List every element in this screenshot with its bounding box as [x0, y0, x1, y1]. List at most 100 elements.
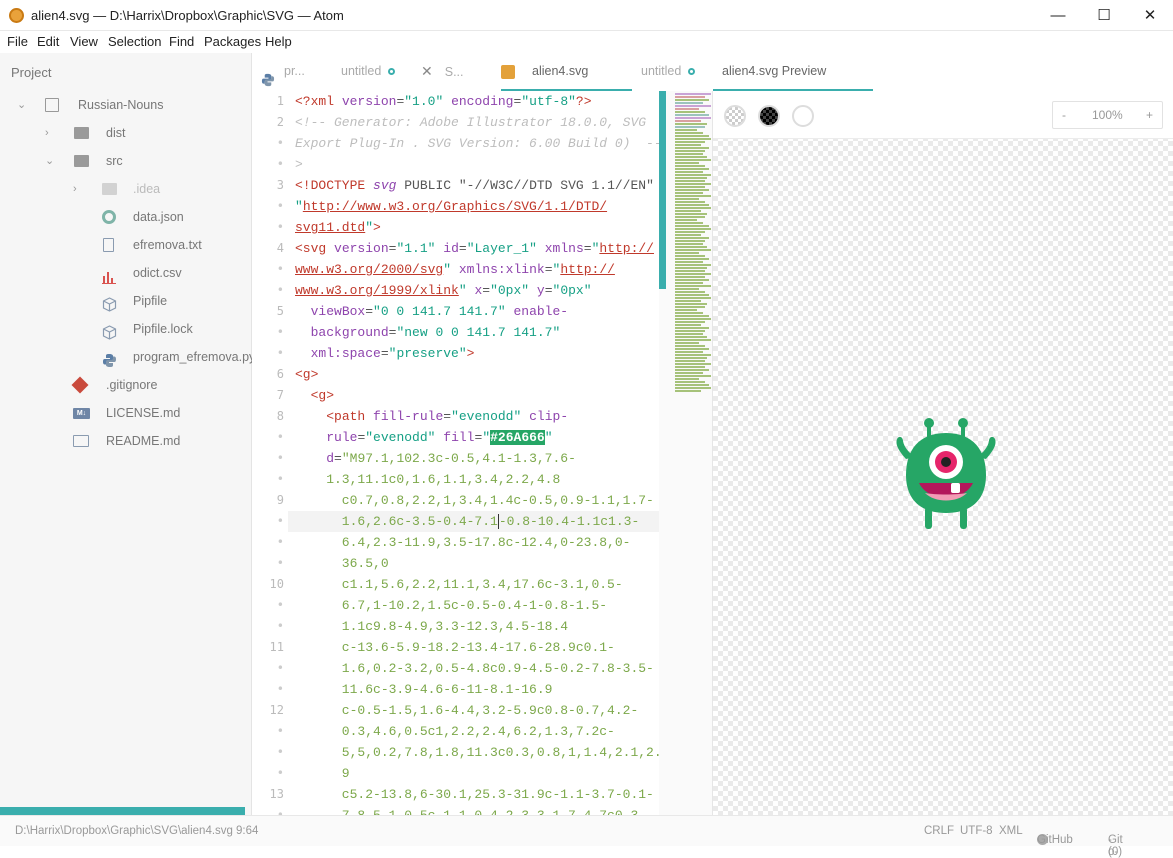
grammar-selector[interactable]: XML: [999, 825, 1023, 837]
line-number: •: [276, 199, 284, 213]
minimap-line: [675, 237, 709, 239]
line-number: •: [276, 451, 284, 465]
maximize-button[interactable]: ☐: [1081, 0, 1127, 31]
tree-root[interactable]: ⌄ Russian-Nouns: [0, 91, 252, 119]
minimap-line: [675, 354, 711, 356]
repo-icon: [45, 98, 59, 112]
folder-icon: [102, 183, 117, 195]
minimap-line: [675, 342, 699, 344]
line-number: 10: [269, 577, 284, 591]
json-file-icon: [102, 210, 116, 224]
tab-label: S...: [444, 65, 464, 79]
line-ending-selector[interactable]: CRLF: [924, 825, 954, 837]
minimap-line: [675, 348, 709, 350]
python-icon: [102, 350, 116, 367]
code-line: xml:space="preserve">: [310, 346, 475, 361]
file-path[interactable]: D:\Harrix\Dropbox\Graphic\SVG\alien4.svg: [15, 825, 233, 837]
line-number: 2: [276, 115, 284, 129]
tab-settings[interactable]: ✕ S...: [421, 53, 491, 91]
tab-alien4-svg[interactable]: alien4.svg: [501, 53, 632, 91]
code-line: 0.3,4.6,0.5c1,2.2,2.4,6.2,1.3,7.2c-: [295, 724, 615, 739]
minimap-line: [675, 159, 711, 161]
minimap-line: [675, 324, 701, 326]
minimap-line: [675, 351, 703, 353]
tab-untitled-1[interactable]: untitled: [341, 53, 411, 91]
project-tree-panel: Project ⌄ Russian-Nouns › dist ⌄ src › .…: [0, 53, 255, 815]
line-number-gutter: 1 2 • • 3 • • 4 • • 5 • • 6 7 8 • • • 9 • • • 10 • • 11 • • 12 • • • 13 •: [252, 91, 288, 815]
minimap-line: [675, 117, 711, 119]
tools-icon: ✕: [421, 63, 433, 79]
status-bar: D:\Harrix\Dropbox\Graphic\SVG\alien4.svg…: [0, 815, 1173, 858]
tab-svg-preview[interactable]: alien4.svg Preview: [713, 53, 873, 91]
close-button[interactable]: ✕: [1127, 0, 1173, 31]
menu-selection[interactable]: Selection: [108, 34, 161, 49]
menu-edit[interactable]: Edit: [37, 34, 59, 49]
zoom-out-button[interactable]: -: [1062, 108, 1066, 122]
menu-file[interactable]: File: [7, 34, 28, 49]
line-number: 11: [269, 640, 284, 654]
zoom-level[interactable]: 100%: [1092, 108, 1123, 122]
minimap-line: [675, 282, 703, 284]
minimap-line: [675, 201, 705, 203]
minimap-scroll-indicator[interactable]: [659, 91, 666, 289]
chevron-down-icon[interactable]: ⌄: [17, 91, 27, 119]
menu-help[interactable]: Help: [265, 34, 292, 49]
minimap-line: [675, 300, 701, 302]
minimap-line: [675, 165, 705, 167]
tree-item-pipfile[interactable]: Pipfile: [0, 287, 252, 315]
dark-bg-button[interactable]: [758, 105, 780, 127]
zoom-in-button[interactable]: +: [1146, 108, 1153, 122]
menu-view[interactable]: View: [70, 34, 98, 49]
minimap-line: [675, 369, 709, 371]
tree-item-program-efremova-py[interactable]: program_efremova.py: [0, 343, 255, 371]
menu-packages[interactable]: Packages: [204, 34, 261, 49]
tree-item-label: dist: [106, 126, 126, 140]
minimap-line: [675, 105, 711, 107]
cursor-position[interactable]: 9:64: [236, 825, 258, 837]
line-number: 7: [276, 388, 284, 402]
minimap-line: [675, 303, 707, 305]
tree-item-idea[interactable]: › .idea: [0, 175, 252, 203]
minimap-line: [675, 252, 699, 254]
svg-preview-pane: - 100% +: [713, 91, 1173, 815]
minimap-line: [675, 174, 711, 176]
minimap[interactable]: [659, 91, 713, 815]
minimize-button[interactable]: —: [1035, 0, 1081, 31]
code-line: 11.6c-3.9-4.6-6-11-8.1-16.9: [295, 682, 553, 697]
encoding-selector[interactable]: UTF-8: [960, 825, 993, 837]
chevron-right-icon[interactable]: ›: [45, 119, 55, 147]
minimap-line: [675, 129, 697, 131]
line-number: •: [276, 598, 284, 612]
tree-item-license-md[interactable]: M↓ LICENSE.md: [0, 399, 252, 427]
minimap-line: [675, 345, 705, 347]
line-number: •: [276, 661, 284, 675]
tab-python-file[interactable]: pr...: [261, 53, 331, 91]
code-line: 9: [295, 766, 350, 781]
chevron-down-icon[interactable]: ⌄: [45, 147, 55, 175]
white-bg-button[interactable]: [792, 105, 814, 127]
minimap-line: [675, 156, 707, 158]
line-number: •: [276, 220, 284, 234]
menu-find[interactable]: Find: [169, 34, 194, 49]
transparent-bg-button[interactable]: [724, 105, 746, 127]
minimap-line: [675, 189, 709, 191]
code-editor[interactable]: 1 2 • • 3 • • 4 • • 5 • • 6 7 8 • • • 9 • • • 10 • • 11 • • 12 • • • 13 • …: [252, 91, 659, 815]
tab-untitled-2[interactable]: untitled: [641, 53, 711, 91]
tree-item-pipfile-lock[interactable]: Pipfile.lock: [0, 315, 252, 343]
minimap-line: [675, 222, 703, 224]
line-number: •: [276, 136, 284, 150]
tree-item-efremova-txt[interactable]: efremova.txt: [0, 231, 252, 259]
tree-item-data-json[interactable]: data.json: [0, 203, 252, 231]
minimap-line: [675, 216, 705, 218]
chevron-right-icon[interactable]: ›: [73, 175, 83, 203]
line-number: 6: [276, 367, 284, 381]
tree-item-src[interactable]: ⌄ src: [0, 147, 252, 175]
tree-item-readme-md[interactable]: README.md: [0, 427, 252, 455]
minimap-line: [675, 249, 711, 251]
folder-icon: [74, 155, 89, 167]
minimap-line: [675, 366, 705, 368]
tree-item-dist[interactable]: › dist: [0, 119, 252, 147]
tree-item-gitignore[interactable]: .gitignore: [0, 371, 252, 399]
minimap-line: [675, 270, 705, 272]
tree-item-odict-csv[interactable]: odict.csv: [0, 259, 252, 287]
